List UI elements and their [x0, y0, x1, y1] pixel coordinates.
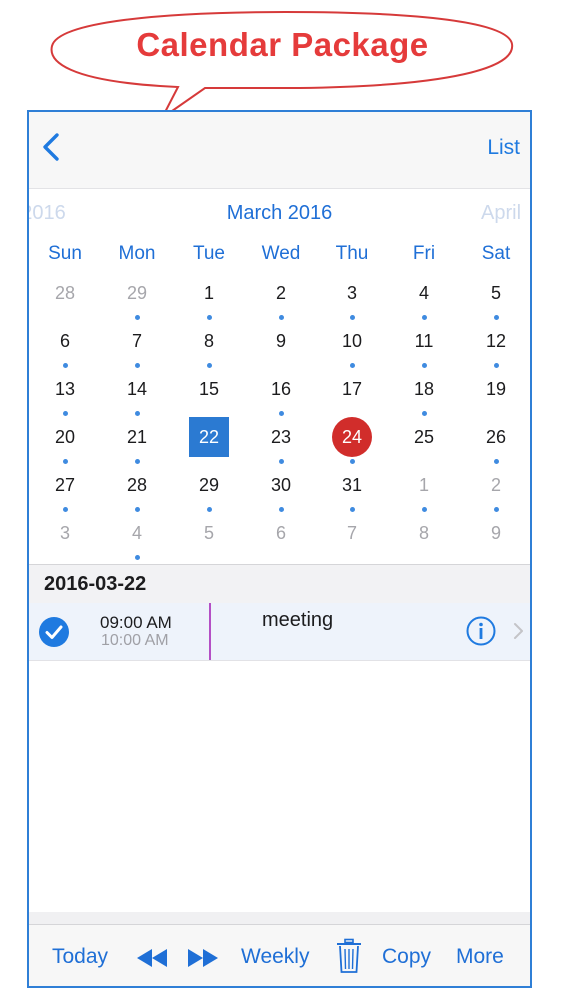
event-start-time: 09:00 AM [100, 613, 172, 632]
next-month-label[interactable]: April [481, 202, 521, 225]
day-cell[interactable]: 4 [402, 271, 446, 315]
more-button[interactable]: More [456, 945, 504, 969]
info-icon[interactable] [465, 615, 497, 647]
copy-button[interactable]: Copy [382, 945, 431, 969]
day-cell[interactable]: 29 [187, 463, 231, 507]
today-button[interactable]: Today [52, 945, 108, 969]
weekday-label: Wed [261, 243, 301, 264]
agenda-date-header: 2016-03-22 [29, 565, 530, 603]
day-cell[interactable]: 1 [187, 271, 231, 315]
day-cell[interactable]: 12 [474, 319, 518, 363]
day-cell-today[interactable]: 24 [332, 417, 372, 457]
month-header: ry 2016 March 2016 April [29, 202, 530, 232]
day-cell[interactable]: 29 [115, 271, 159, 315]
weekday-label: Tue [192, 243, 226, 264]
day-cell[interactable]: 18 [402, 367, 446, 411]
day-cell[interactable]: 8 [187, 319, 231, 363]
list-button[interactable]: List [487, 136, 520, 160]
event-dot [134, 555, 140, 560]
back-chevron-icon[interactable] [39, 132, 65, 162]
day-cell[interactable]: 1 [402, 463, 446, 507]
day-cell[interactable]: 28 [43, 271, 87, 315]
day-cell[interactable]: 11 [402, 319, 446, 363]
day-cell[interactable]: 6 [43, 319, 87, 363]
weekday-label: Sat [481, 243, 511, 264]
weekly-button[interactable]: Weekly [241, 945, 309, 969]
row-separator [29, 660, 530, 661]
agenda-date: 2016-03-22 [44, 573, 147, 595]
day-cell[interactable]: 2 [474, 463, 518, 507]
event-color-bar [209, 603, 211, 660]
day-cell[interactable]: 9 [474, 511, 518, 555]
day-cell[interactable]: 17 [330, 367, 374, 411]
day-cell[interactable]: 23 [259, 415, 303, 459]
weekday-label: Sun [48, 243, 82, 264]
day-cell[interactable]: 16 [259, 367, 303, 411]
day-cell[interactable]: 2 [259, 271, 303, 315]
day-cell[interactable]: 5 [474, 271, 518, 315]
day-cell[interactable]: 7 [115, 319, 159, 363]
event-title: meeting [262, 609, 334, 631]
event-row[interactable]: 09:00 AM 10:00 AM meeting [29, 603, 530, 660]
banner-callout: Calendar Package [0, 0, 563, 125]
bottom-toolbar: Today Weekly Copy More [29, 925, 530, 986]
day-cell[interactable]: 10 [330, 319, 374, 363]
day-cell[interactable]: 25 [402, 415, 446, 459]
nav-separator [29, 178, 530, 189]
event-end-time: 10:00 AM [101, 632, 169, 649]
navigation-bar: List [29, 112, 530, 179]
day-cell[interactable]: 14 [115, 367, 159, 411]
banner-title: Calendar Package [136, 26, 429, 63]
day-cell[interactable]: 7 [330, 511, 374, 555]
weekday-label: Thu [335, 243, 369, 264]
day-cell[interactable]: 27 [43, 463, 87, 507]
day-cell[interactable]: 4 [115, 511, 159, 555]
weekday-header: Sun Mon Tue Wed Thu Fri Sat [29, 243, 530, 269]
completed-check-icon[interactable] [39, 617, 69, 647]
day-cell[interactable]: 3 [43, 511, 87, 555]
fast-forward-icon[interactable] [186, 947, 220, 969]
day-cell[interactable]: 6 [259, 511, 303, 555]
day-cell[interactable]: 26 [474, 415, 518, 459]
day-cell[interactable]: 30 [259, 463, 303, 507]
weekday-label: Fri [412, 243, 436, 264]
chevron-right-icon [514, 623, 523, 639]
rewind-icon[interactable] [135, 947, 169, 969]
day-cell[interactable]: 28 [115, 463, 159, 507]
day-cell[interactable]: 19 [474, 367, 518, 411]
day-cell[interactable]: 20 [43, 415, 87, 459]
day-cell-selected[interactable]: 22 [189, 417, 229, 457]
phone-screen: List ry 2016 March 2016 April Sun Mon Tue W… [27, 110, 532, 988]
day-cell[interactable]: 3 [330, 271, 374, 315]
weekday-label: Mon [118, 243, 156, 264]
day-cell[interactable]: 31 [330, 463, 374, 507]
day-cell[interactable]: 15 [187, 367, 231, 411]
day-cell[interactable]: 8 [402, 511, 446, 555]
toolbar-separator [29, 912, 530, 925]
day-cell[interactable]: 9 [259, 319, 303, 363]
day-cell[interactable]: 5 [187, 511, 231, 555]
current-month-title: March 2016 [226, 202, 333, 224]
day-cell[interactable]: 21 [115, 415, 159, 459]
day-cell[interactable]: 13 [43, 367, 87, 411]
trash-icon[interactable] [336, 938, 362, 974]
